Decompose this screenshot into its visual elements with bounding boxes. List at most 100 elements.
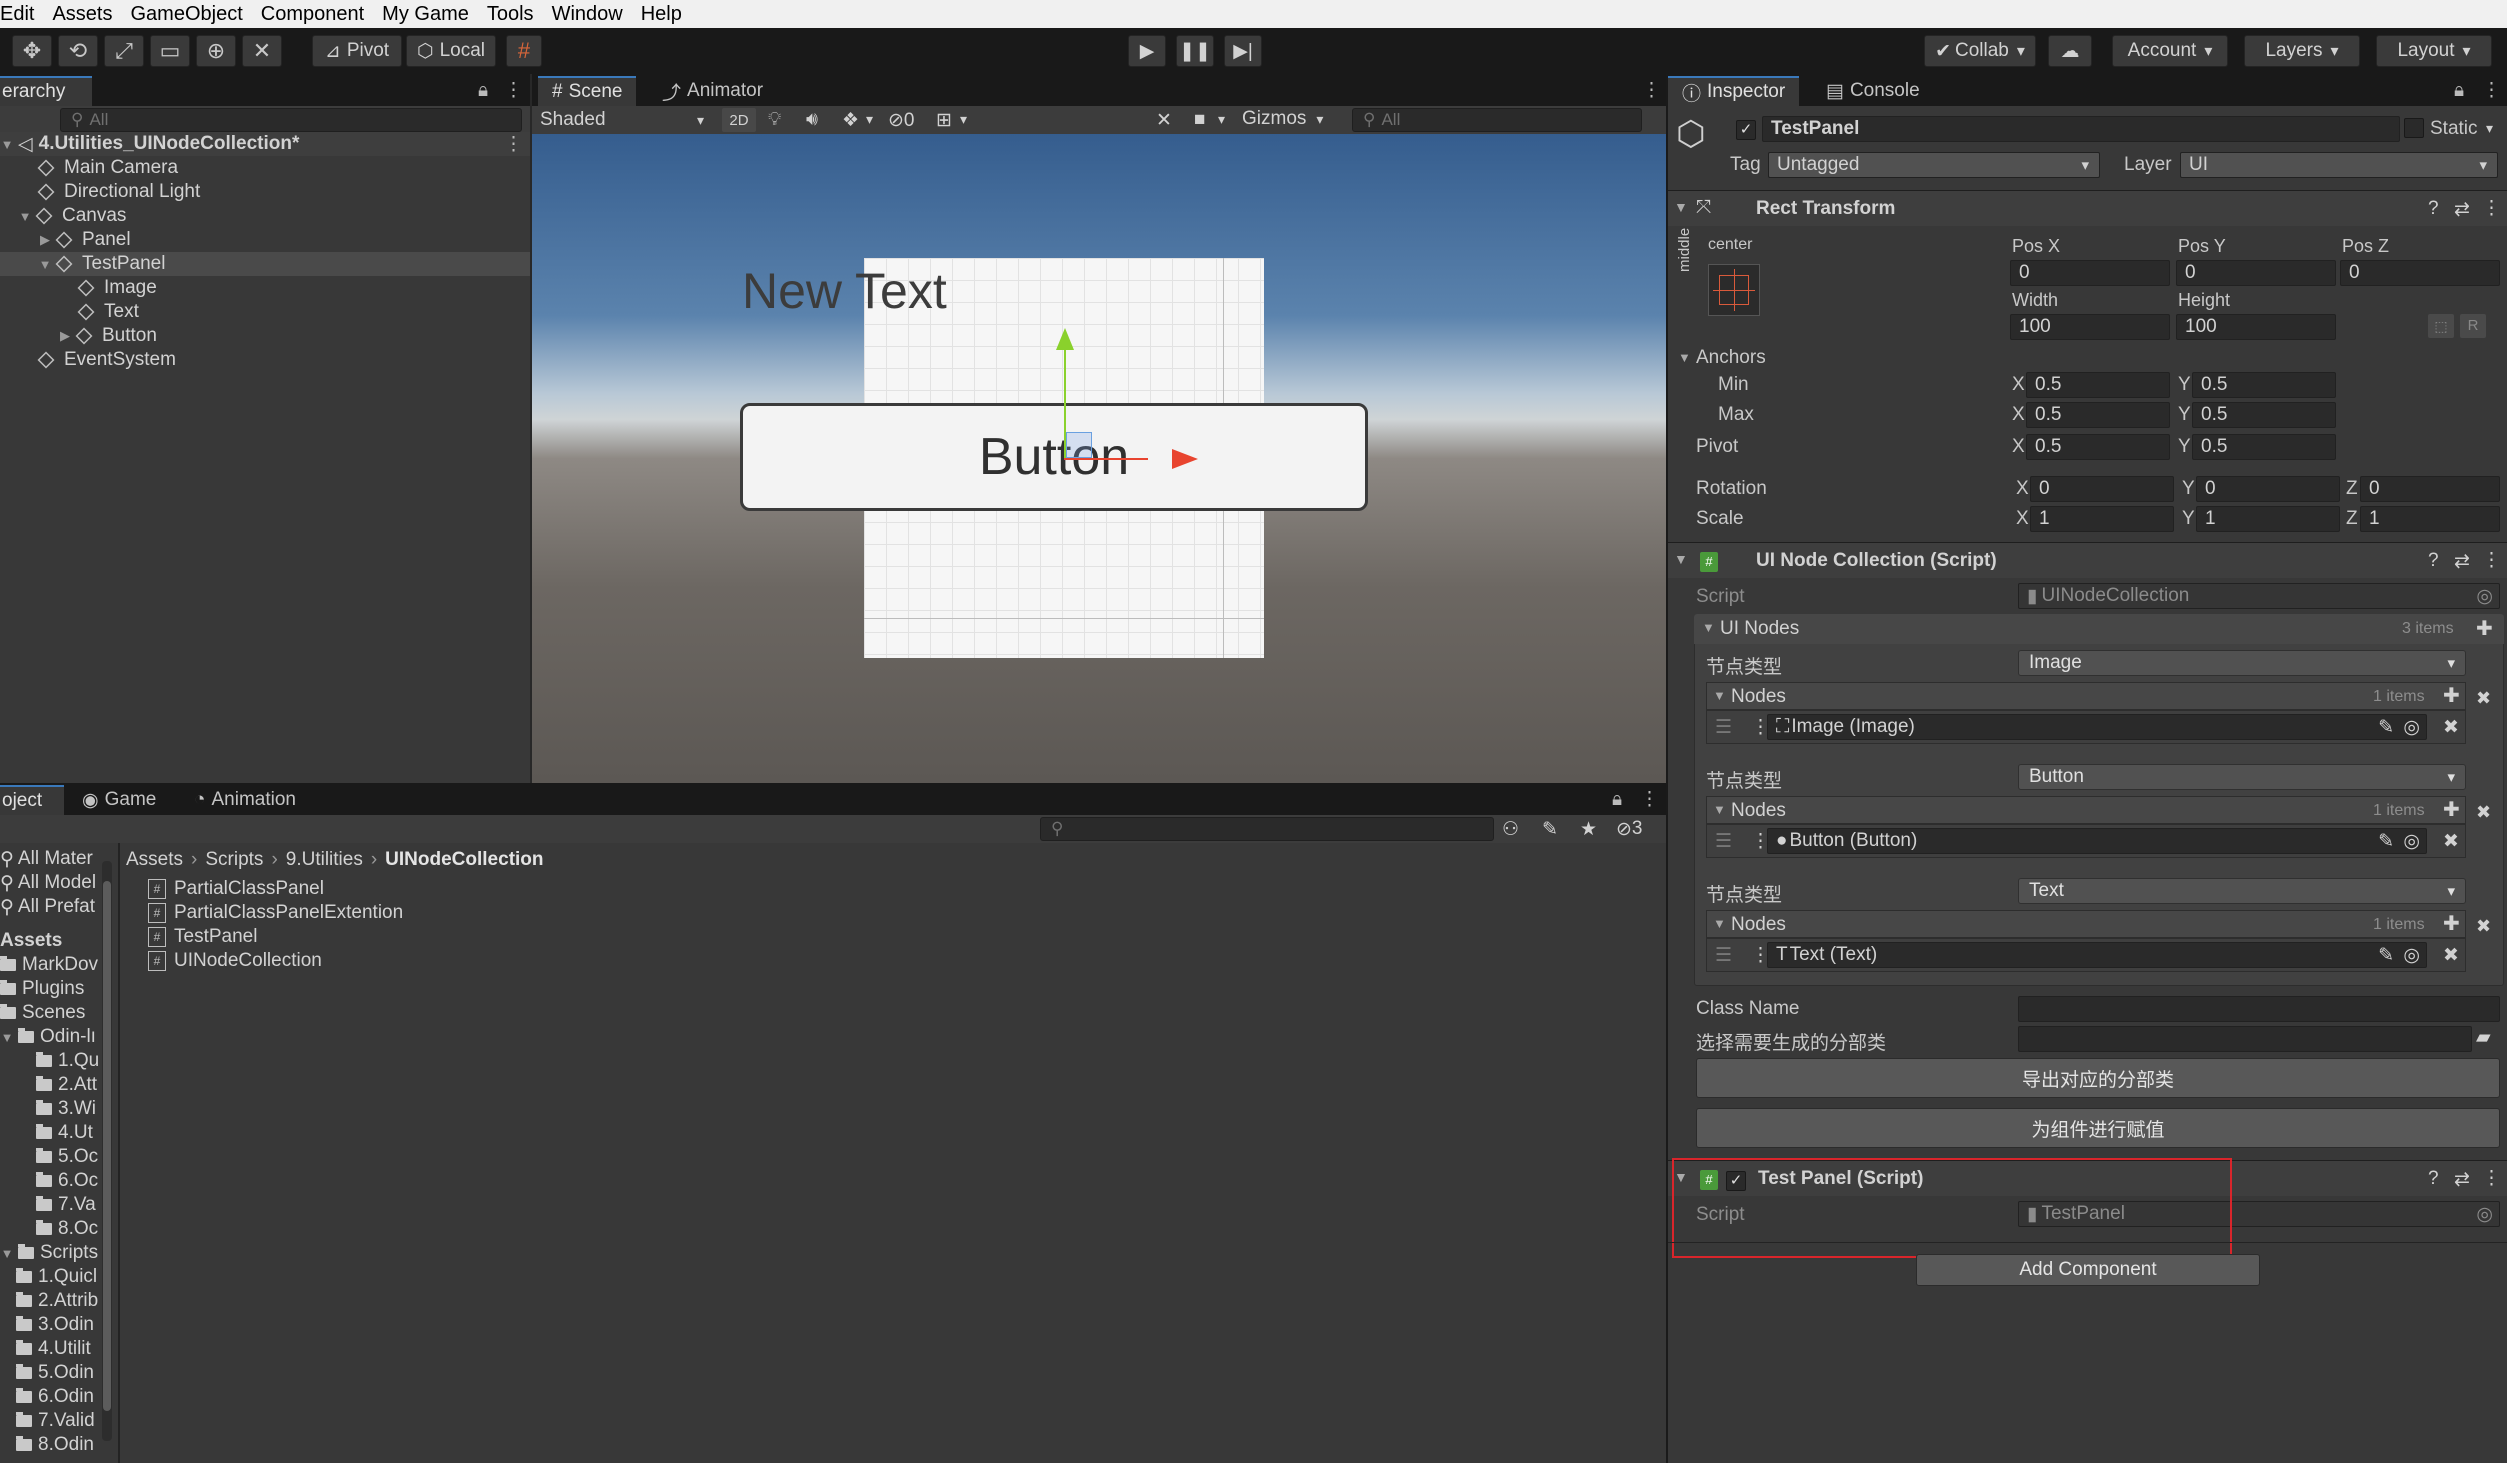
hierarchy-item-panel[interactable]: ▶ Panel <box>0 228 131 252</box>
folder-icon[interactable]: ▰ <box>2476 1026 2491 1049</box>
remove-x-icon[interactable]: ✖ <box>2476 916 2491 937</box>
add-plus-icon[interactable]: ✚ <box>2443 911 2460 936</box>
hierarchy-item-eventsystem[interactable]: EventSystem <box>0 348 176 372</box>
lock-icon[interactable]: 🔒︎ <box>2454 80 2464 102</box>
node-object-field[interactable]: T Text (Text) ✎ ◎ <box>1767 942 2427 968</box>
file-uinodecollection[interactable]: # UINodeCollection <box>148 949 322 973</box>
help-icon[interactable]: ? <box>2428 550 2439 572</box>
anchor-presets-button[interactable] <box>1708 264 1760 316</box>
hidden-packages-toggle[interactable]: ⊘ 3 <box>1616 818 1643 841</box>
pos-y-field[interactable]: 0 <box>2176 260 2336 286</box>
hierarchy-item-main-camera[interactable]: Main Camera <box>0 156 178 180</box>
favorite-all-prefabs[interactable]: ⚲ All Prefat <box>0 895 95 919</box>
chevron-down-icon[interactable]: ▾ <box>960 111 967 128</box>
add-component-button[interactable]: Add Component <box>1916 1254 2260 1286</box>
remove-x-icon[interactable]: ✖ <box>2443 716 2459 739</box>
preset-icon[interactable]: ⇄ <box>2454 550 2470 573</box>
class-name-input[interactable] <box>2018 996 2500 1022</box>
splitter[interactable] <box>118 843 120 1463</box>
hierarchy-item-canvas[interactable]: ▼ Canvas <box>0 204 127 228</box>
folder-row[interactable]: 7.Va <box>0 1193 96 1217</box>
favorite-all-models[interactable]: ⚲ All Model <box>0 871 96 895</box>
breadcrumb-assets[interactable]: Assets <box>126 849 183 871</box>
nodes-header[interactable]: ▼ Nodes 1 items ✚ <box>1706 910 2466 938</box>
scene-button[interactable]: Button <box>740 403 1368 511</box>
node-type-dropdown-image[interactable]: Image <box>2018 650 2466 676</box>
expand-arrow-icon[interactable]: ▼ <box>0 137 14 152</box>
collapse-arrow-icon[interactable]: ▶ <box>58 328 72 344</box>
folder-row[interactable]: 2.Att <box>0 1073 97 1097</box>
local-button[interactable]: ⬡ Local <box>406 35 496 67</box>
hierarchy-item-button[interactable]: ▶ Button <box>0 324 157 348</box>
grid-icon[interactable]: ⊞ <box>936 109 952 132</box>
drag-handle-icon[interactable]: ☰ <box>1715 830 1732 853</box>
layer-dropdown[interactable]: UI ▾ <box>2180 152 2498 178</box>
object-picker-icon[interactable]: ◎ <box>2403 944 2420 967</box>
node-type-dropdown-button[interactable]: Button <box>2018 764 2466 790</box>
scene-new-text[interactable]: New Text <box>742 262 947 320</box>
pencil-icon[interactable]: ✎ <box>2378 830 2394 853</box>
kebab-menu-icon[interactable]: ⋮ <box>2482 549 2501 572</box>
kebab-menu-icon[interactable]: ⋮ <box>504 133 523 156</box>
chevron-down-icon[interactable]: ▾ <box>2486 120 2493 137</box>
breadcrumb-uinodecollection[interactable]: UINodeCollection <box>385 849 543 871</box>
expand-arrow-icon[interactable]: ▼ <box>18 209 32 224</box>
kebab-menu-icon[interactable]: ⋮ <box>504 79 523 102</box>
tools-icon[interactable]: ✕ <box>1156 109 1172 132</box>
help-icon[interactable]: ? <box>2428 1168 2439 1190</box>
breadcrumb-scripts[interactable]: Scripts <box>205 849 263 871</box>
add-plus-icon[interactable]: ✚ <box>2476 616 2493 641</box>
layers-dropdown[interactable]: Layers <box>2244 35 2360 67</box>
pivot-x-field[interactable]: 0.5 <box>2026 434 2170 460</box>
ui-nodes-header[interactable]: ▼ UI Nodes 3 items ✚ <box>1694 614 2504 644</box>
ui-node-collection-header[interactable]: ▼ # UI Node Collection (Script) ? ⇄ ⋮ <box>1668 542 2507 578</box>
height-field[interactable]: 100 <box>2176 314 2336 340</box>
preset-icon[interactable]: ⇄ <box>2454 198 2470 221</box>
pause-button[interactable]: ❚❚ <box>1176 35 1214 67</box>
add-plus-icon[interactable]: ✚ <box>2443 797 2460 822</box>
width-field[interactable]: 100 <box>2010 314 2170 340</box>
expand-arrow-icon[interactable]: ▼ <box>1713 916 1726 931</box>
scene-viewport[interactable]: New Text Button <box>532 134 1666 783</box>
assets-root[interactable]: Assets <box>0 929 62 953</box>
rotation-z-field[interactable]: 0 <box>2360 476 2500 502</box>
folder-row[interactable]: 6.Oc <box>0 1169 98 1193</box>
object-picker-icon[interactable]: ◎ <box>2476 1203 2493 1226</box>
add-plus-icon[interactable]: ✚ <box>2443 683 2460 708</box>
lightbulb-icon[interactable]: 💡︎ <box>768 109 781 131</box>
collab-button[interactable]: ✔ Collab <box>1924 35 2036 67</box>
object-picker-icon[interactable]: ◎ <box>2476 585 2493 608</box>
scale-y-field[interactable]: 1 <box>2196 506 2340 532</box>
folder-row[interactable]: 2.Attrib <box>0 1289 98 1313</box>
remove-x-icon[interactable]: ✖ <box>2443 944 2459 967</box>
assign-components-button[interactable]: 为组件进行赋值 <box>1696 1108 2500 1148</box>
rotation-x-field[interactable]: 0 <box>2030 476 2174 502</box>
expand-arrow-icon[interactable]: ▼ <box>1713 802 1726 817</box>
menu-edit[interactable]: Edit <box>0 3 34 26</box>
file-partialclasspanel[interactable]: # PartialClassPanel <box>148 877 324 901</box>
folder-row[interactable]: Plugins <box>0 977 84 1001</box>
node-object-field[interactable]: ● Button (Button) ✎ ◎ <box>1767 828 2427 854</box>
folder-row[interactable]: 7.Valid <box>0 1409 95 1433</box>
folder-row[interactable]: 4.Ut <box>0 1121 93 1145</box>
menu-component[interactable]: Component <box>261 3 364 26</box>
tree-scrollbar-thumb[interactable] <box>103 881 111 1411</box>
hierarchy-item-testpanel[interactable]: ▼ TestPanel <box>0 252 530 276</box>
tab-project[interactable]: oject <box>0 785 64 815</box>
folder-row[interactable]: 3.Odin <box>0 1313 94 1337</box>
menu-window[interactable]: Window <box>552 3 623 26</box>
expand-arrow-icon[interactable]: ▼ <box>38 257 52 272</box>
scale-z-field[interactable]: 1 <box>2360 506 2500 532</box>
anchor-min-x-field[interactable]: 0.5 <box>2026 372 2170 398</box>
raw-edit-button[interactable]: R <box>2460 314 2486 338</box>
tab-animation[interactable]: ◔ Animation <box>180 785 310 815</box>
expand-arrow-icon[interactable]: ▼ <box>1702 620 1715 635</box>
folder-row[interactable]: 8.Oc <box>0 1217 98 1241</box>
folder-row[interactable]: ▼ Scripts <box>0 1241 99 1265</box>
filter-label-icon[interactable]: ✎ <box>1542 818 1558 841</box>
project-search-input[interactable]: ⚲ <box>1040 817 1494 841</box>
nodes-header[interactable]: ▼ Nodes 1 items ✚ <box>1706 682 2466 710</box>
expand-arrow-icon[interactable]: ▼ <box>0 1030 14 1045</box>
node-type-dropdown-text[interactable]: Text <box>2018 878 2466 904</box>
folder-row[interactable]: 1.Qu <box>0 1049 99 1073</box>
